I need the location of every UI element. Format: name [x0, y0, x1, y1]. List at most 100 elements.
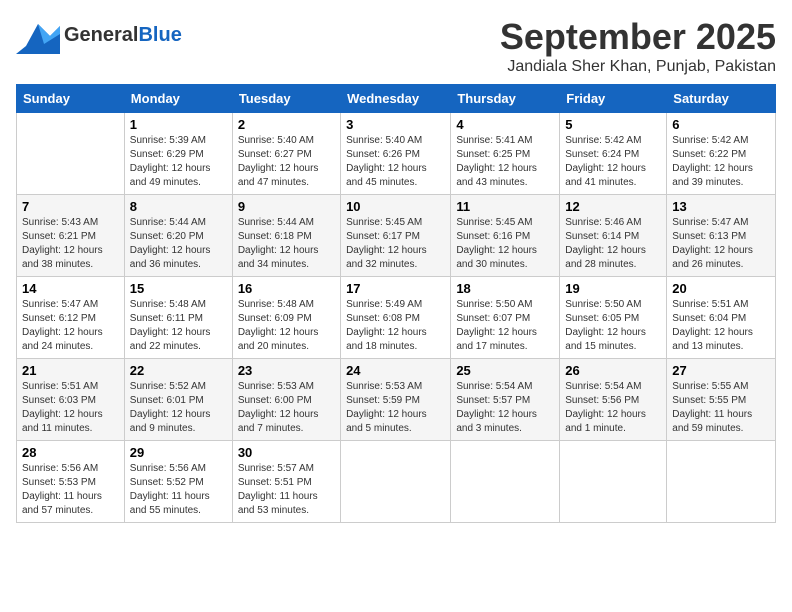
day-number: 15	[130, 281, 227, 296]
sunrise: Sunrise: 5:41 AM	[456, 135, 532, 146]
sunrise: Sunrise: 5:53 AM	[238, 381, 314, 392]
daylight: Daylight: 12 hours and 32 minutes.	[346, 245, 427, 270]
day-number: 11	[456, 199, 554, 214]
sunrise: Sunrise: 5:39 AM	[130, 135, 206, 146]
sunrise: Sunrise: 5:43 AM	[22, 217, 98, 228]
sunset: Sunset: 6:18 PM	[238, 231, 312, 242]
calendar-cell: 26 Sunrise: 5:54 AM Sunset: 5:56 PM Dayl…	[560, 359, 667, 441]
daylight: Daylight: 12 hours and 22 minutes.	[130, 327, 211, 352]
daylight: Daylight: 12 hours and 11 minutes.	[22, 409, 103, 434]
day-number: 22	[130, 363, 227, 378]
sunrise: Sunrise: 5:47 AM	[672, 217, 748, 228]
sunset: Sunset: 6:08 PM	[346, 313, 420, 324]
daylight: Daylight: 11 hours and 55 minutes.	[130, 491, 210, 516]
sunset: Sunset: 5:55 PM	[672, 395, 746, 406]
sunrise: Sunrise: 5:54 AM	[565, 381, 641, 392]
sunset: Sunset: 6:17 PM	[346, 231, 420, 242]
calendar-cell: 29 Sunrise: 5:56 AM Sunset: 5:52 PM Dayl…	[124, 441, 232, 523]
sunrise: Sunrise: 5:48 AM	[130, 299, 206, 310]
day-number: 2	[238, 117, 335, 132]
calendar-cell: 15 Sunrise: 5:48 AM Sunset: 6:11 PM Dayl…	[124, 277, 232, 359]
sunrise: Sunrise: 5:45 AM	[346, 217, 422, 228]
day-info: Sunrise: 5:53 AM Sunset: 5:59 PM Dayligh…	[346, 380, 445, 436]
calendar-cell: 23 Sunrise: 5:53 AM Sunset: 6:00 PM Dayl…	[232, 359, 340, 441]
logo-icon	[16, 16, 60, 54]
sunset: Sunset: 6:05 PM	[565, 313, 639, 324]
daylight: Daylight: 12 hours and 45 minutes.	[346, 163, 427, 188]
day-info: Sunrise: 5:52 AM Sunset: 6:01 PM Dayligh…	[130, 380, 227, 436]
sunrise: Sunrise: 5:54 AM	[456, 381, 532, 392]
day-number: 29	[130, 445, 227, 460]
sunset: Sunset: 5:57 PM	[456, 395, 530, 406]
sunrise: Sunrise: 5:44 AM	[130, 217, 206, 228]
day-info: Sunrise: 5:42 AM Sunset: 6:22 PM Dayligh…	[672, 134, 770, 190]
sunrise: Sunrise: 5:49 AM	[346, 299, 422, 310]
daylight: Daylight: 12 hours and 47 minutes.	[238, 163, 319, 188]
sunset: Sunset: 6:16 PM	[456, 231, 530, 242]
calendar-cell: 10 Sunrise: 5:45 AM Sunset: 6:17 PM Dayl…	[341, 195, 451, 277]
day-number: 20	[672, 281, 770, 296]
daylight: Daylight: 12 hours and 5 minutes.	[346, 409, 427, 434]
day-info: Sunrise: 5:56 AM Sunset: 5:53 PM Dayligh…	[22, 462, 119, 518]
day-number: 4	[456, 117, 554, 132]
daylight: Daylight: 12 hours and 3 minutes.	[456, 409, 537, 434]
sunrise: Sunrise: 5:42 AM	[565, 135, 641, 146]
day-number: 19	[565, 281, 661, 296]
day-info: Sunrise: 5:45 AM Sunset: 6:17 PM Dayligh…	[346, 216, 445, 272]
calendar-week-row: 28 Sunrise: 5:56 AM Sunset: 5:53 PM Dayl…	[17, 441, 776, 523]
sunset: Sunset: 6:21 PM	[22, 231, 96, 242]
daylight: Daylight: 11 hours and 57 minutes.	[22, 491, 102, 516]
weekday-header-friday: Friday	[560, 85, 667, 113]
day-info: Sunrise: 5:54 AM Sunset: 5:56 PM Dayligh…	[565, 380, 661, 436]
daylight: Daylight: 12 hours and 13 minutes.	[672, 327, 753, 352]
day-number: 14	[22, 281, 119, 296]
day-info: Sunrise: 5:40 AM Sunset: 6:26 PM Dayligh…	[346, 134, 445, 190]
calendar-cell: 28 Sunrise: 5:56 AM Sunset: 5:53 PM Dayl…	[17, 441, 125, 523]
calendar-cell: 3 Sunrise: 5:40 AM Sunset: 6:26 PM Dayli…	[341, 113, 451, 195]
daylight: Daylight: 12 hours and 9 minutes.	[130, 409, 211, 434]
calendar-week-row: 21 Sunrise: 5:51 AM Sunset: 6:03 PM Dayl…	[17, 359, 776, 441]
daylight: Daylight: 12 hours and 39 minutes.	[672, 163, 753, 188]
sunset: Sunset: 6:03 PM	[22, 395, 96, 406]
calendar-cell: 7 Sunrise: 5:43 AM Sunset: 6:21 PM Dayli…	[17, 195, 125, 277]
sunset: Sunset: 6:27 PM	[238, 149, 312, 160]
day-info: Sunrise: 5:44 AM Sunset: 6:18 PM Dayligh…	[238, 216, 335, 272]
day-info: Sunrise: 5:53 AM Sunset: 6:00 PM Dayligh…	[238, 380, 335, 436]
calendar-week-row: 1 Sunrise: 5:39 AM Sunset: 6:29 PM Dayli…	[17, 113, 776, 195]
logo-blue: Blue	[138, 24, 181, 46]
location-title: Jandiala Sher Khan, Punjab, Pakistan	[500, 58, 776, 76]
sunset: Sunset: 5:51 PM	[238, 477, 312, 488]
sunrise: Sunrise: 5:40 AM	[238, 135, 314, 146]
sunset: Sunset: 6:14 PM	[565, 231, 639, 242]
calendar-week-row: 7 Sunrise: 5:43 AM Sunset: 6:21 PM Dayli…	[17, 195, 776, 277]
sunrise: Sunrise: 5:45 AM	[456, 217, 532, 228]
sunrise: Sunrise: 5:50 AM	[565, 299, 641, 310]
day-number: 18	[456, 281, 554, 296]
day-info: Sunrise: 5:50 AM Sunset: 6:07 PM Dayligh…	[456, 298, 554, 354]
header: GeneralBlue September 2025 Jandiala Sher…	[16, 16, 776, 76]
daylight: Daylight: 12 hours and 36 minutes.	[130, 245, 211, 270]
day-number: 8	[130, 199, 227, 214]
sunrise: Sunrise: 5:56 AM	[130, 463, 206, 474]
calendar-cell	[560, 441, 667, 523]
daylight: Daylight: 12 hours and 49 minutes.	[130, 163, 211, 188]
calendar-table: SundayMondayTuesdayWednesdayThursdayFrid…	[16, 84, 776, 523]
sunset: Sunset: 6:24 PM	[565, 149, 639, 160]
calendar-cell: 20 Sunrise: 5:51 AM Sunset: 6:04 PM Dayl…	[667, 277, 776, 359]
daylight: Daylight: 12 hours and 20 minutes.	[238, 327, 319, 352]
sunset: Sunset: 5:53 PM	[22, 477, 96, 488]
logo: GeneralBlue	[16, 16, 182, 54]
daylight: Daylight: 12 hours and 26 minutes.	[672, 245, 753, 270]
sunset: Sunset: 6:11 PM	[130, 313, 203, 324]
calendar-cell: 2 Sunrise: 5:40 AM Sunset: 6:27 PM Dayli…	[232, 113, 340, 195]
sunset: Sunset: 6:29 PM	[130, 149, 204, 160]
day-info: Sunrise: 5:55 AM Sunset: 5:55 PM Dayligh…	[672, 380, 770, 436]
sunrise: Sunrise: 5:44 AM	[238, 217, 314, 228]
day-info: Sunrise: 5:47 AM Sunset: 6:12 PM Dayligh…	[22, 298, 119, 354]
day-info: Sunrise: 5:48 AM Sunset: 6:11 PM Dayligh…	[130, 298, 227, 354]
sunset: Sunset: 6:13 PM	[672, 231, 746, 242]
month-title: September 2025	[500, 16, 776, 58]
daylight: Daylight: 11 hours and 59 minutes.	[672, 409, 752, 434]
calendar-cell	[667, 441, 776, 523]
weekday-header-monday: Monday	[124, 85, 232, 113]
